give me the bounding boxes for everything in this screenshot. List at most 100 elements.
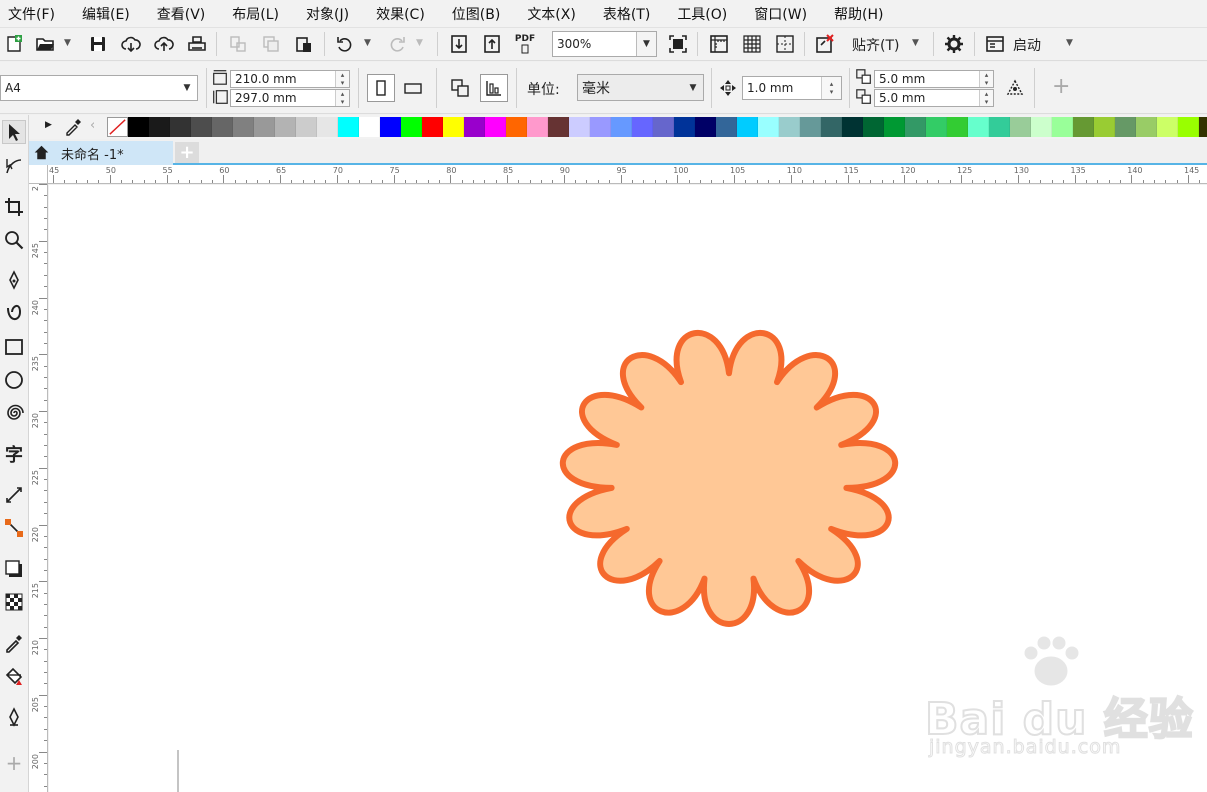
nudge-distance-input[interactable]: 1.0 mm ▴ ▾ bbox=[742, 76, 842, 100]
palette-swatch[interactable] bbox=[569, 117, 590, 137]
menu-edit[interactable]: 编辑(E) bbox=[82, 4, 130, 24]
menu-bitmaps[interactable]: 位图(B) bbox=[452, 4, 501, 24]
duplicate-x-stepper[interactable]: ▴ ▾ bbox=[979, 71, 993, 87]
add-property-icon[interactable]: + bbox=[1052, 74, 1070, 99]
undo-dropdown-icon[interactable]: ▼ bbox=[364, 38, 371, 48]
palette-swatch[interactable] bbox=[338, 117, 359, 137]
palette-swatch[interactable] bbox=[779, 117, 800, 137]
drop-shadow-tool-icon[interactable] bbox=[2, 557, 26, 581]
palette-swatch[interactable] bbox=[1073, 117, 1094, 137]
undo-icon[interactable] bbox=[333, 32, 357, 56]
palette-swatch[interactable] bbox=[947, 117, 968, 137]
no-color-swatch[interactable] bbox=[107, 117, 128, 137]
smart-fill-tool-icon[interactable] bbox=[2, 705, 26, 729]
palette-swatch[interactable] bbox=[506, 117, 527, 137]
drawing-canvas[interactable]: Bai du 经验 jingyan.baidu.com bbox=[49, 185, 1207, 792]
palette-swatch[interactable] bbox=[1094, 117, 1115, 137]
palette-swatch[interactable] bbox=[1199, 117, 1207, 137]
horizontal-ruler[interactable]: 45 50 55 60 65 70 75 80 85 90 95 100 105 110 115 120 125… bbox=[48, 165, 1207, 184]
palette-swatch[interactable] bbox=[191, 117, 212, 137]
cloud-download-icon[interactable] bbox=[119, 32, 143, 56]
palette-swatch[interactable] bbox=[800, 117, 821, 137]
palette-swatch[interactable] bbox=[296, 117, 317, 137]
spiral-tool-icon[interactable] bbox=[2, 401, 26, 425]
open-folder-icon[interactable] bbox=[33, 32, 57, 56]
landscape-orientation-icon[interactable] bbox=[401, 76, 425, 100]
palette-swatch[interactable] bbox=[548, 117, 569, 137]
palette-swatch[interactable] bbox=[821, 117, 842, 137]
palette-swatch[interactable] bbox=[632, 117, 653, 137]
palette-swatch[interactable] bbox=[737, 117, 758, 137]
palette-swatch[interactable] bbox=[170, 117, 191, 137]
crop-tool-icon[interactable] bbox=[2, 195, 26, 219]
options-gear-icon[interactable] bbox=[942, 32, 966, 56]
interactive-fill-tool-icon[interactable] bbox=[2, 664, 26, 688]
document-tab[interactable]: 未命名 -1* bbox=[29, 141, 173, 165]
palette-swatch[interactable] bbox=[275, 117, 296, 137]
all-pages-icon[interactable] bbox=[448, 76, 472, 100]
palette-swatch[interactable] bbox=[884, 117, 905, 137]
redo-icon[interactable] bbox=[385, 32, 409, 56]
open-dropdown-icon[interactable]: ▼ bbox=[64, 38, 71, 48]
palette-swatch[interactable] bbox=[1052, 117, 1073, 137]
duplicate-y-stepper[interactable]: ▴ ▾ bbox=[979, 90, 993, 106]
cut-disabled-icon[interactable] bbox=[226, 32, 250, 56]
palette-swatch[interactable] bbox=[1115, 117, 1136, 137]
home-icon[interactable] bbox=[33, 144, 50, 165]
text-tool-icon[interactable]: 字 bbox=[2, 442, 26, 466]
transparency-tool-icon[interactable] bbox=[2, 590, 26, 614]
color-eyedropper-tool-icon[interactable] bbox=[2, 631, 26, 655]
units-dropdown-icon[interactable]: ▼ bbox=[683, 75, 703, 100]
new-document-icon[interactable] bbox=[2, 32, 26, 56]
palette-swatch[interactable] bbox=[611, 117, 632, 137]
page-size-select[interactable]: A4 ▼ bbox=[0, 75, 198, 101]
palette-expand-icon[interactable]: ▶ bbox=[45, 120, 52, 130]
palette-swatch[interactable] bbox=[674, 117, 695, 137]
add-tool-icon[interactable]: + bbox=[2, 751, 26, 775]
menu-help[interactable]: 帮助(H) bbox=[834, 4, 883, 24]
page-width-input[interactable]: 210.0 mm ▴ ▾ bbox=[230, 70, 350, 88]
palette-swatch[interactable] bbox=[212, 117, 233, 137]
menu-object[interactable]: 对象(J) bbox=[306, 4, 349, 24]
duplicate-x-input[interactable]: 5.0 mm ▴ ▾ bbox=[874, 70, 994, 88]
print-icon[interactable] bbox=[185, 32, 209, 56]
portrait-orientation-icon[interactable] bbox=[367, 74, 395, 102]
menu-view[interactable]: 查看(V) bbox=[157, 4, 206, 24]
paste-icon[interactable] bbox=[292, 32, 316, 56]
menu-file[interactable]: 文件(F) bbox=[8, 4, 55, 24]
palette-swatch[interactable] bbox=[380, 117, 401, 137]
rectangle-tool-icon[interactable] bbox=[2, 335, 26, 359]
import-icon[interactable] bbox=[447, 32, 471, 56]
menu-layout[interactable]: 布局(L) bbox=[232, 4, 279, 24]
publish-pdf-icon[interactable]: PDF bbox=[513, 32, 537, 56]
menu-effects[interactable]: 效果(C) bbox=[376, 4, 425, 24]
symmetry-node-icon[interactable] bbox=[1003, 76, 1027, 100]
palette-swatch[interactable] bbox=[233, 117, 254, 137]
palette-swatch[interactable] bbox=[758, 117, 779, 137]
save-icon[interactable] bbox=[86, 32, 110, 56]
palette-swatch[interactable] bbox=[989, 117, 1010, 137]
snap-to-label[interactable]: 贴齐(T) bbox=[852, 35, 899, 55]
cloud-upload-icon[interactable] bbox=[152, 32, 176, 56]
page-height-stepper[interactable]: ▴ ▾ bbox=[335, 90, 349, 106]
zoom-tool-icon[interactable] bbox=[2, 228, 26, 252]
units-select[interactable]: 毫米 ▼ bbox=[577, 74, 704, 101]
palette-swatch[interactable] bbox=[359, 117, 380, 137]
redo-dropdown-icon[interactable]: ▼ bbox=[416, 38, 423, 48]
palette-swatch[interactable] bbox=[401, 117, 422, 137]
palette-swatch[interactable] bbox=[254, 117, 275, 137]
page-width-stepper[interactable]: ▴ ▾ bbox=[335, 71, 349, 87]
flower-shape[interactable] bbox=[559, 330, 899, 627]
duplicate-y-input[interactable]: 5.0 mm ▴ ▾ bbox=[874, 89, 994, 107]
launch-window-icon[interactable] bbox=[983, 32, 1007, 56]
eyedropper-palette-icon[interactable] bbox=[61, 115, 85, 139]
palette-swatch[interactable] bbox=[1136, 117, 1157, 137]
palette-swatch[interactable] bbox=[716, 117, 737, 137]
page-height-input[interactable]: 297.0 mm ▴ ▾ bbox=[230, 89, 350, 107]
palette-swatch[interactable] bbox=[485, 117, 506, 137]
copy-disabled-icon[interactable] bbox=[259, 32, 283, 56]
ruler-origin[interactable] bbox=[29, 165, 48, 184]
palette-swatch[interactable] bbox=[317, 117, 338, 137]
palette-swatch[interactable] bbox=[968, 117, 989, 137]
dimension-tool-icon[interactable] bbox=[2, 483, 26, 507]
